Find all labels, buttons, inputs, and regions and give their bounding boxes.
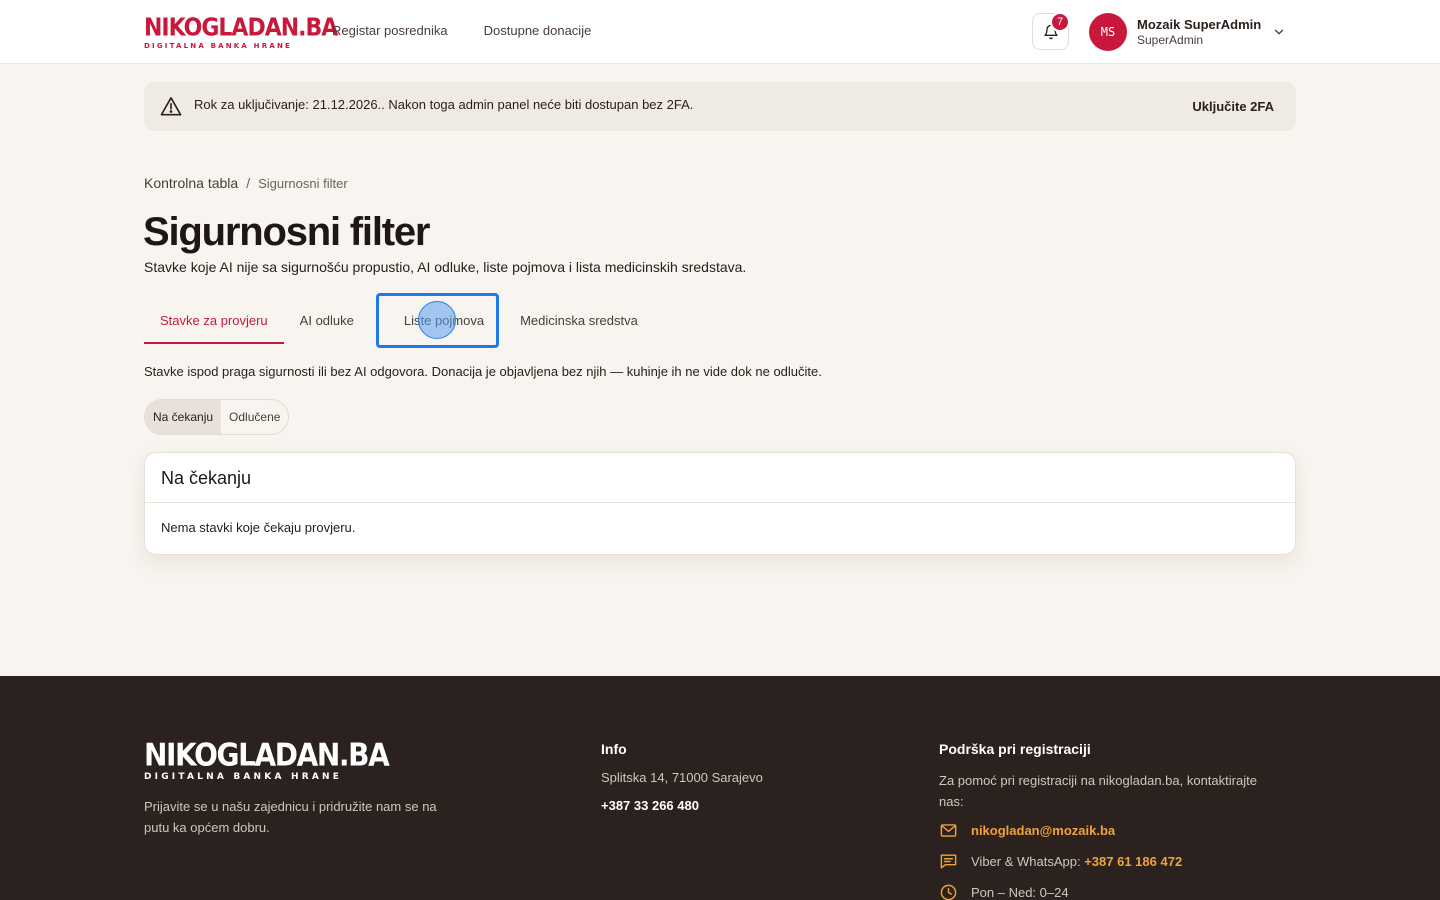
enable-2fa-button[interactable]: Uključite 2FA: [1192, 99, 1274, 114]
mail-icon: [940, 824, 957, 837]
footer-viber-row: Viber & WhatsApp: +387 61 186 472: [939, 852, 1182, 871]
footer-logo-tagline: DIGITALNA BANKA HRANE: [144, 772, 343, 782]
warning-icon: [160, 97, 182, 116]
user-name[interactable]: Mozaik SuperAdmin: [1137, 17, 1261, 32]
footer-support-text: Za pomoć pri registraciji na nikogladan.…: [939, 773, 1257, 809]
clock-icon: [940, 884, 957, 900]
tab-stavke-za-provjeru[interactable]: Stavke za provjeru: [144, 296, 284, 344]
breadcrumb-current: Sigurnosni filter: [258, 175, 348, 191]
tab-description: Stavke ispod praga sigurnosti ili bez AI…: [144, 364, 822, 379]
card-divider: [145, 502, 1295, 503]
footer-support-title: Podrška pri registraciji: [939, 741, 1091, 757]
tab-bar: Stavke za provjeru AI odluke Liste pojmo…: [144, 296, 654, 344]
footer-hours: Pon – Ned: 0–24: [971, 885, 1069, 900]
footer-email-link[interactable]: nikogladan@mozaik.ba: [971, 823, 1115, 838]
logo-text: NIKOGLADAN.BA: [144, 13, 338, 43]
footer-viber-label: Viber & WhatsApp:: [971, 854, 1081, 869]
avatar[interactable]: MS: [1089, 13, 1127, 51]
tab-ai-odluke[interactable]: AI odluke: [284, 296, 370, 344]
empty-state-message: Nema stavki koje čekaju provjeru.: [161, 520, 356, 535]
user-role: SuperAdmin: [1137, 33, 1204, 47]
footer-address: Splitska 14, 71000 Sarajevo: [601, 770, 763, 785]
footer: NIKOGLADAN.BA DIGITALNA BANKA HRANE Prij…: [0, 676, 1440, 900]
notification-badge: 7: [1050, 12, 1070, 32]
filter-decided[interactable]: Odlučene: [221, 400, 288, 434]
status-filter: Na čekanju Odlučene: [144, 399, 290, 435]
chevron-down-icon[interactable]: [1272, 25, 1286, 39]
footer-phone[interactable]: +387 33 266 480: [601, 798, 699, 813]
top-header: NIKOGLADAN.BA DIGITALNA BANKA HRANE Regi…: [0, 0, 1440, 64]
breadcrumb: Kontrolna tabla / Sigurnosni filter: [144, 175, 348, 191]
page-title: Sigurnosni filter: [143, 210, 430, 254]
logo-tagline: DIGITALNA BANKA HRANE: [144, 42, 292, 50]
footer-logo[interactable]: NIKOGLADAN.BA DIGITALNA BANKA HRANE: [144, 736, 390, 782]
footer-email-row: nikogladan@mozaik.ba: [939, 821, 1115, 840]
tab-medicinska-sredstva[interactable]: Medicinska sredstva: [504, 296, 654, 344]
breadcrumb-home[interactable]: Kontrolna tabla: [144, 175, 238, 191]
breadcrumb-separator: /: [246, 175, 251, 191]
card-title: Na čekanju: [161, 468, 252, 488]
footer-hours-row: Pon – Ned: 0–24: [939, 883, 1069, 900]
footer-info-title: Info: [601, 741, 627, 757]
page-subtitle: Stavke koje AI nije sa sigurnošću propus…: [144, 259, 747, 275]
chat-icon: [940, 854, 957, 869]
logo[interactable]: NIKOGLADAN.BA DIGITALNA BANKA HRANE: [144, 13, 338, 50]
footer-viber-number[interactable]: +387 61 186 472: [1084, 854, 1182, 869]
nav-dostupne-donacije[interactable]: Dostupne donacije: [484, 23, 592, 38]
tab-liste-pojmova[interactable]: Liste pojmova: [370, 296, 504, 344]
footer-logo-text: NIKOGLADAN.BA: [144, 736, 390, 773]
nav-registar-posrednika[interactable]: Registar posrednika: [332, 23, 448, 38]
footer-tagline: Prijavite se u našu zajednicu i pridruži…: [144, 799, 437, 835]
filter-pending[interactable]: Na čekanju: [145, 400, 222, 434]
banner-message: Rok za uključivanje: 21.12.2026.. Nakon …: [194, 97, 694, 112]
pending-items-card: Na čekanju Nema stavki koje čekaju provj…: [144, 452, 1296, 555]
main-nav: Registar posrednika Dostupne donacije: [332, 23, 591, 38]
twofa-warning-banner: Rok za uključivanje: 21.12.2026.. Nakon …: [144, 82, 1296, 131]
